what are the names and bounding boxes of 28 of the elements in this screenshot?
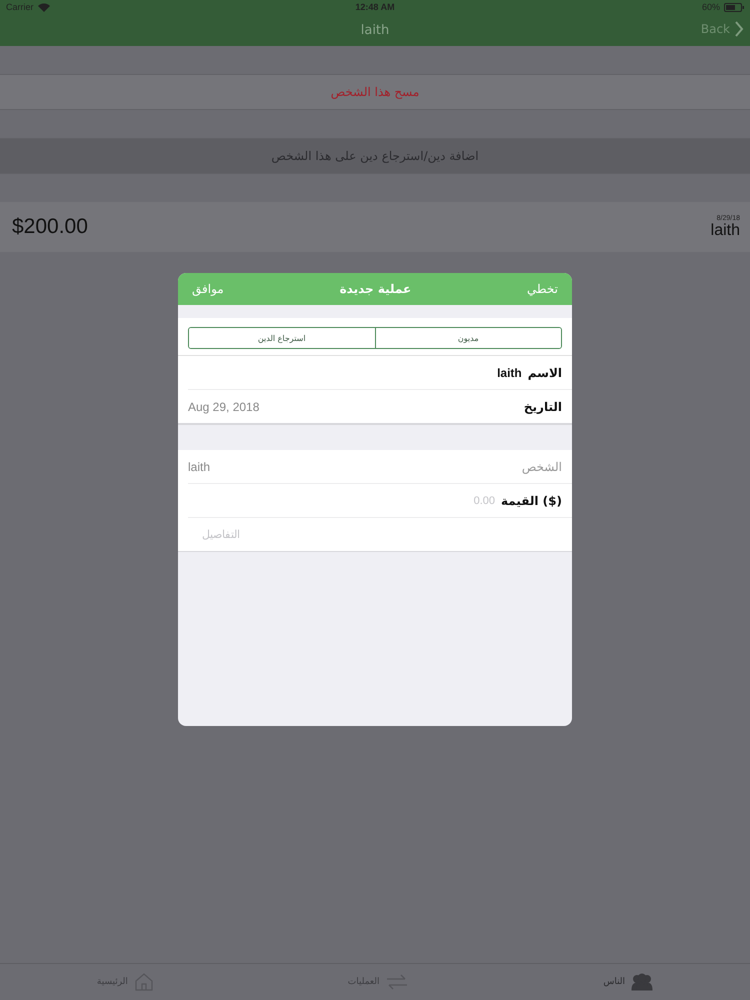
cancel-button[interactable]: تخطي: [527, 282, 558, 296]
input-field[interactable]: التفاصيل: [202, 528, 562, 540]
confirm-button[interactable]: موافق: [192, 282, 224, 296]
wifi-icon: [38, 2, 50, 12]
status-time: 12:48 AM: [355, 2, 395, 12]
segment-tab[interactable]: استرجاع الدين: [189, 328, 376, 348]
swap-arrows-icon: [385, 974, 410, 990]
field-label: التاريخ: [524, 400, 562, 414]
chevron-right-icon: [734, 21, 744, 37]
field-label: الشخص: [522, 460, 562, 474]
back-button[interactable]: Back: [700, 21, 744, 37]
carrier-label: Carrier: [6, 2, 34, 12]
input-field[interactable]: 0.00: [435, 494, 496, 506]
nav-title: laith: [360, 22, 390, 38]
field-label: الاسم: [528, 366, 562, 380]
field-value[interactable]: laith: [188, 460, 210, 474]
entry-amount: $200.00: [12, 215, 88, 239]
field-value[interactable]: laith: [497, 366, 522, 380]
tab-item[interactable]: الناس: [595, 964, 662, 1000]
field-value[interactable]: Aug 29, 2018: [188, 400, 260, 414]
delete-person-button[interactable]: مسح هذا الشخص: [0, 74, 750, 110]
field-label: القيمة ($): [501, 494, 562, 508]
battery-percent: 60%: [702, 2, 720, 12]
battery-icon: [724, 2, 744, 12]
people-icon: [631, 973, 654, 991]
dialog-title: عملية جديدة: [340, 282, 412, 296]
entry-name: laith: [710, 222, 740, 240]
home-icon: [134, 973, 154, 991]
